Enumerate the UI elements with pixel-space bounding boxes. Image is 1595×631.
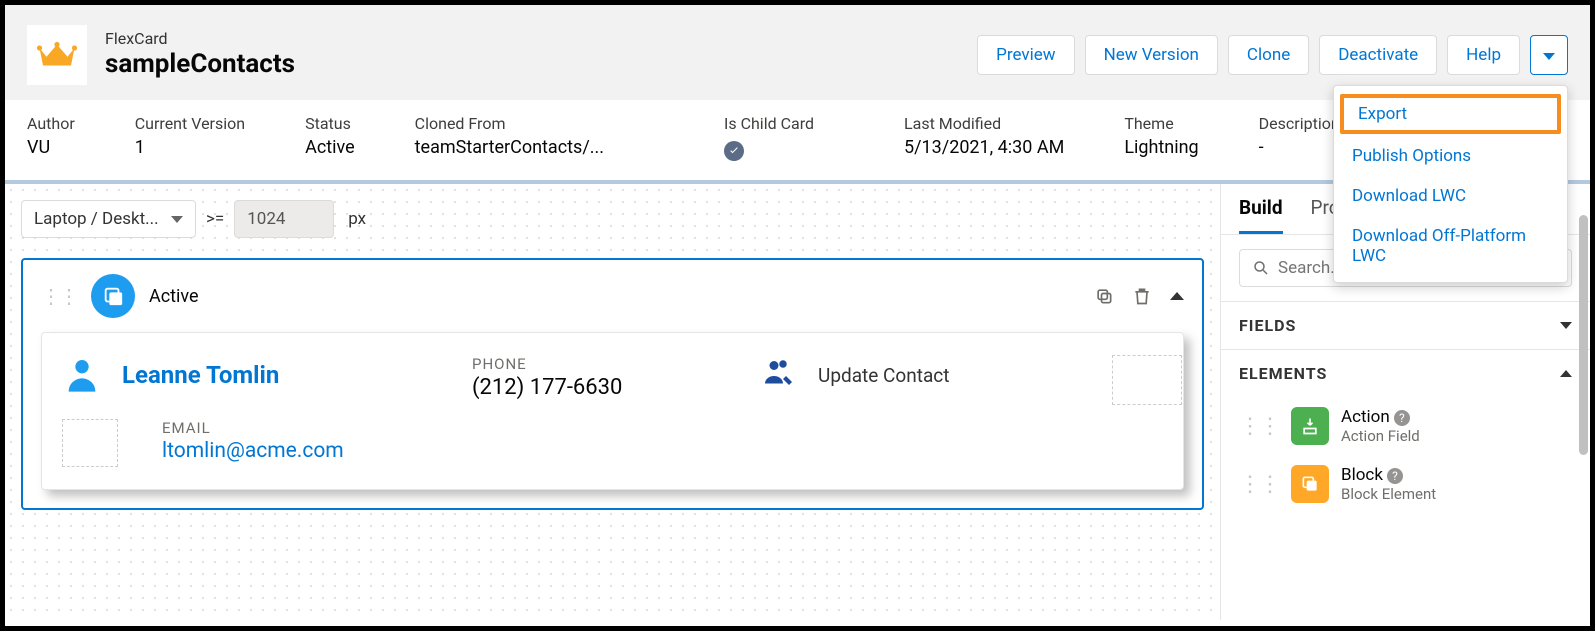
header-title: FlexCard sampleContacts bbox=[105, 29, 295, 82]
update-contact-action[interactable]: Update Contact bbox=[762, 355, 1102, 395]
empty-slot[interactable] bbox=[62, 419, 118, 467]
more-actions-menu: Export Publish Options Download LWC Down… bbox=[1333, 85, 1568, 283]
state-block[interactable]: ⋮⋮ Active Leanne Tomlin bbox=[21, 258, 1204, 510]
element-subtitle: Action Field bbox=[1341, 427, 1420, 445]
element-block[interactable]: ⋮⋮ Block? Block Element bbox=[1221, 455, 1590, 513]
menu-item-publish-options[interactable]: Publish Options bbox=[1334, 136, 1567, 176]
card-preview[interactable]: Leanne Tomlin PHONE (212) 177-6630 Updat… bbox=[41, 332, 1184, 490]
meta-label: Theme bbox=[1124, 114, 1198, 133]
width-input[interactable] bbox=[234, 200, 334, 238]
state-icon bbox=[91, 274, 135, 318]
device-select[interactable]: Laptop / Deskt... bbox=[21, 200, 196, 238]
meta-label: Is Child Card bbox=[724, 114, 814, 133]
device-label: Laptop / Deskt... bbox=[34, 209, 159, 229]
meta-description: Description - bbox=[1259, 114, 1340, 162]
help-icon[interactable]: ? bbox=[1387, 468, 1403, 484]
canvas-area: Laptop / Deskt... >= px ⋮⋮ Active bbox=[5, 184, 1220, 620]
chevron-up-icon[interactable] bbox=[1170, 292, 1184, 300]
more-actions-dropdown-button[interactable] bbox=[1530, 35, 1568, 75]
clone-icon[interactable] bbox=[1094, 286, 1114, 306]
chevron-down-icon bbox=[1543, 53, 1555, 60]
deactivate-button[interactable]: Deactivate bbox=[1319, 35, 1437, 75]
phone-label: PHONE bbox=[472, 355, 752, 373]
meta-value: - bbox=[1259, 137, 1340, 158]
clone-button[interactable]: Clone bbox=[1228, 35, 1309, 75]
menu-item-export[interactable]: Export bbox=[1340, 94, 1561, 134]
drag-handle-icon[interactable]: ⋮⋮ bbox=[1239, 472, 1279, 497]
meta-value: 1 bbox=[135, 137, 245, 158]
operator-label: >= bbox=[206, 209, 224, 229]
chevron-down-icon bbox=[171, 216, 183, 223]
drag-handle-icon[interactable]: ⋮⋮ bbox=[41, 284, 77, 308]
action-icon bbox=[1291, 407, 1329, 445]
meta-value: Lightning bbox=[1124, 137, 1198, 158]
meta-label: Cloned From bbox=[415, 114, 604, 133]
flexcard-crown-icon bbox=[27, 25, 87, 85]
menu-item-download-lwc[interactable]: Download LWC bbox=[1334, 176, 1567, 216]
email-link[interactable]: ltomlin@acme.com bbox=[162, 439, 1163, 463]
meta-theme: Theme Lightning bbox=[1124, 114, 1198, 162]
meta-status: Status Active bbox=[305, 114, 355, 162]
scrollbar[interactable] bbox=[1579, 215, 1588, 455]
meta-current-version: Current Version 1 bbox=[135, 114, 245, 162]
meta-value bbox=[724, 137, 814, 162]
section-title: ELEMENTS bbox=[1239, 364, 1327, 383]
trash-icon[interactable] bbox=[1132, 286, 1152, 306]
empty-slot[interactable] bbox=[1112, 355, 1182, 405]
phone-value: (212) 177-6630 bbox=[472, 375, 752, 400]
meta-value: Active bbox=[305, 137, 355, 158]
drag-handle-icon[interactable]: ⋮⋮ bbox=[1239, 414, 1279, 439]
meta-label: Status bbox=[305, 114, 355, 133]
px-label: px bbox=[348, 209, 366, 229]
meta-value: 5/13/2021, 4:30 AM bbox=[904, 137, 1064, 158]
meta-is-child: Is Child Card bbox=[724, 114, 814, 162]
update-contact-label: Update Contact bbox=[818, 364, 949, 387]
contact-name-field: Leanne Tomlin bbox=[62, 355, 462, 395]
card-name: sampleContacts bbox=[105, 48, 295, 82]
chevron-down-icon bbox=[1560, 322, 1572, 329]
help-button[interactable]: Help bbox=[1447, 35, 1520, 75]
check-circle-icon bbox=[724, 141, 744, 161]
section-fields[interactable]: FIELDS bbox=[1221, 301, 1590, 349]
type-label: FlexCard bbox=[105, 29, 295, 48]
element-action[interactable]: ⋮⋮ Action? Action Field bbox=[1221, 397, 1590, 455]
state-header: ⋮⋮ Active bbox=[23, 260, 1202, 332]
element-title: Block bbox=[1341, 465, 1383, 485]
preview-button[interactable]: Preview bbox=[977, 35, 1074, 75]
element-title: Action bbox=[1341, 407, 1390, 427]
meta-label: Last Modified bbox=[904, 114, 1064, 133]
header-actions: Preview New Version Clone Deactivate Hel… bbox=[977, 35, 1568, 75]
meta-author: Author VU bbox=[27, 114, 75, 162]
people-edit-icon bbox=[762, 355, 798, 395]
search-icon bbox=[1252, 259, 1270, 277]
state-label: Active bbox=[149, 286, 199, 307]
meta-cloned-from: Cloned From teamStarterContacts/... bbox=[415, 114, 604, 162]
meta-label: Description bbox=[1259, 114, 1340, 133]
meta-label: Current Version bbox=[135, 114, 245, 133]
new-version-button[interactable]: New Version bbox=[1085, 35, 1218, 75]
email-label: EMAIL bbox=[162, 419, 1163, 437]
section-elements[interactable]: ELEMENTS bbox=[1221, 349, 1590, 397]
element-subtitle: Block Element bbox=[1341, 485, 1436, 503]
tab-build[interactable]: Build bbox=[1239, 196, 1283, 234]
meta-value: teamStarterContacts/... bbox=[415, 137, 604, 158]
canvas-toolbar: Laptop / Deskt... >= px bbox=[21, 200, 1204, 238]
phone-field: PHONE (212) 177-6630 bbox=[472, 355, 752, 400]
menu-item-download-off-platform[interactable]: Download Off-Platform LWC bbox=[1334, 216, 1567, 276]
contact-name-link[interactable]: Leanne Tomlin bbox=[122, 361, 279, 389]
email-field: EMAIL ltomlin@acme.com bbox=[162, 419, 1163, 463]
chevron-up-icon bbox=[1560, 370, 1572, 377]
meta-value: VU bbox=[27, 137, 75, 158]
meta-label: Author bbox=[27, 114, 75, 133]
block-icon bbox=[1291, 465, 1329, 503]
section-title: FIELDS bbox=[1239, 316, 1296, 335]
help-icon[interactable]: ? bbox=[1394, 410, 1410, 426]
person-icon bbox=[62, 355, 102, 395]
meta-last-modified: Last Modified 5/13/2021, 4:30 AM bbox=[904, 114, 1064, 162]
